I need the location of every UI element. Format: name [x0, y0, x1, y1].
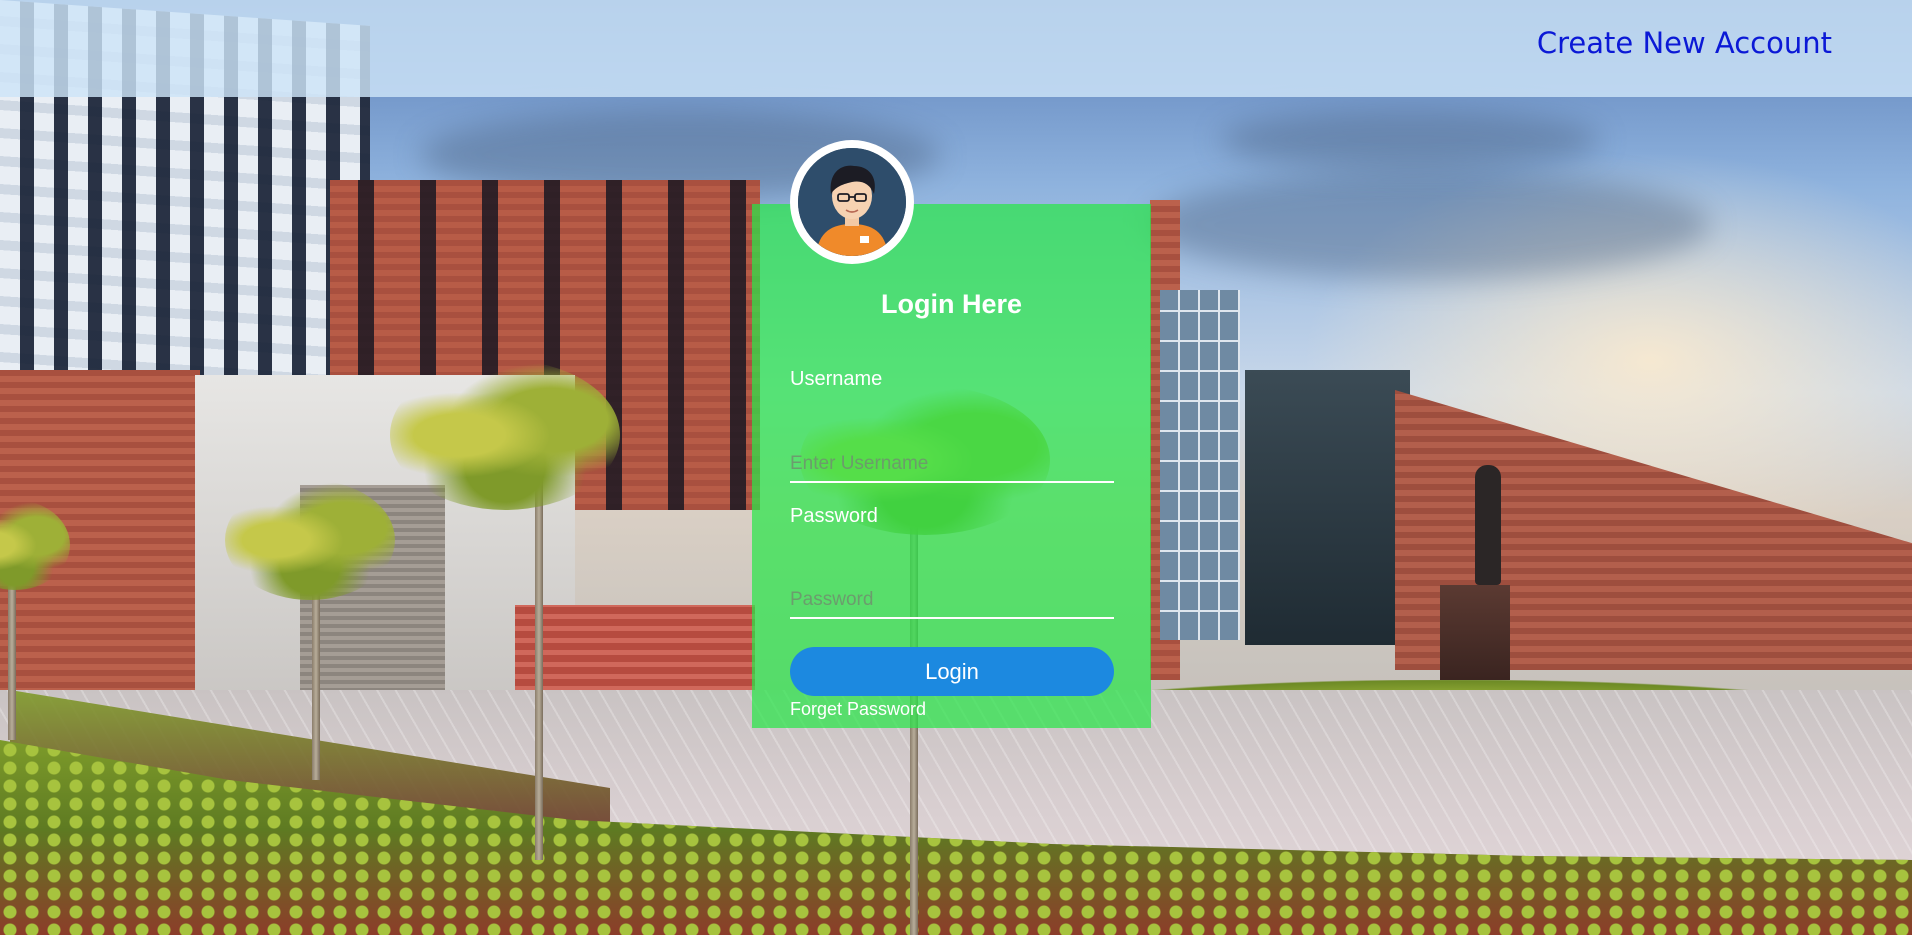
create-new-account-link[interactable]: Create New Account	[1537, 26, 1832, 60]
cloud	[1150, 170, 1710, 280]
avatar-illustration	[798, 148, 906, 256]
cloud	[1220, 110, 1600, 170]
user-avatar-icon	[790, 140, 914, 264]
username-label: Username	[790, 368, 883, 390]
palm-fronds	[225, 480, 395, 600]
statue-pedestal	[1440, 585, 1510, 680]
forget-password-link[interactable]: Forget Password	[790, 699, 926, 720]
login-button[interactable]: Login	[790, 647, 1114, 696]
statue	[1475, 465, 1501, 585]
username-input[interactable]	[790, 447, 1114, 483]
dark-glass-building	[1245, 370, 1410, 645]
palm-tree	[535, 450, 543, 860]
password-label: Password	[790, 505, 878, 527]
password-input[interactable]	[790, 583, 1114, 619]
glass-facade	[1160, 290, 1240, 640]
login-page: Create New Account Login Here Username P…	[0, 0, 1912, 935]
palm-fronds	[390, 360, 620, 510]
login-title: Login Here	[880, 289, 1022, 319]
avatar-portrait	[798, 148, 906, 256]
